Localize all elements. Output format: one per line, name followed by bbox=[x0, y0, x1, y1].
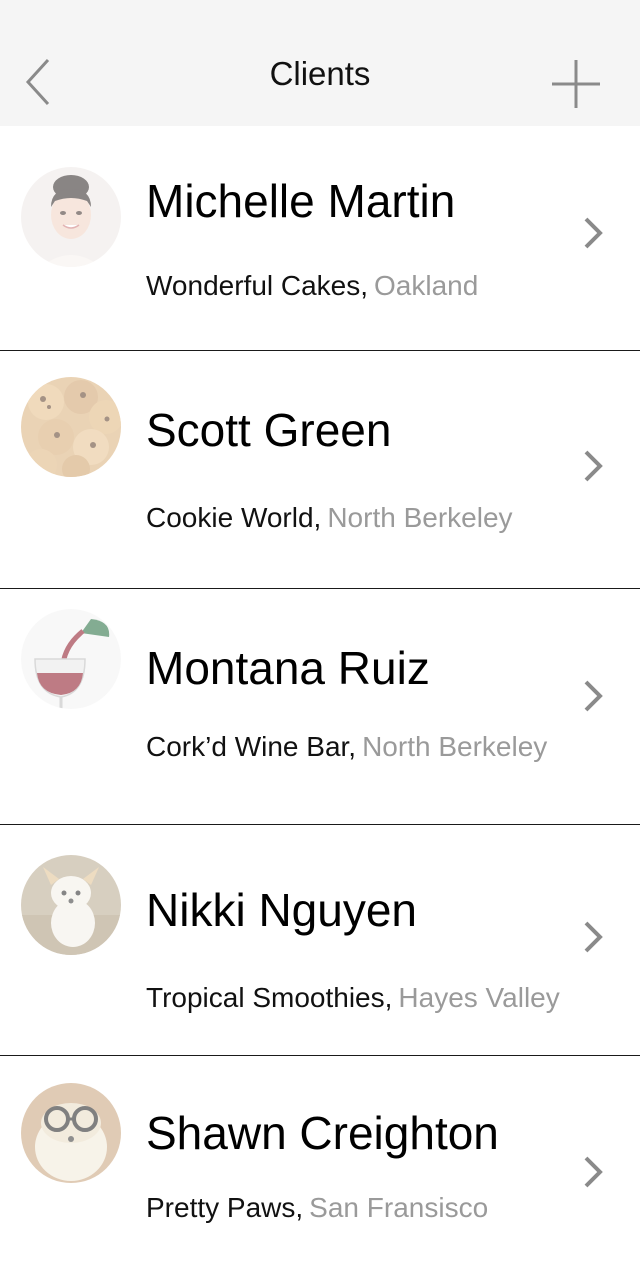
client-row[interactable]: Shawn Creighton Pretty Paws, San Fransisc… bbox=[0, 1056, 640, 1278]
chevron-right-icon bbox=[584, 1156, 603, 1188]
client-city: North Berkeley bbox=[327, 502, 513, 533]
client-city: Hayes Valley bbox=[398, 982, 560, 1013]
client-name: Michelle Martin bbox=[146, 175, 456, 227]
avatar bbox=[21, 855, 121, 955]
avatar bbox=[21, 1083, 121, 1183]
chevron-right-icon bbox=[584, 217, 603, 249]
chevron-right-icon bbox=[584, 680, 603, 712]
client-company: Tropical Smoothies, bbox=[146, 982, 393, 1013]
client-company: Pretty Paws, bbox=[146, 1192, 304, 1223]
client-details: Tropical Smoothies, Hayes Valley bbox=[146, 982, 560, 1014]
client-city: North Berkeley bbox=[362, 731, 548, 762]
client-name: Scott Green bbox=[146, 404, 392, 456]
client-details: Pretty Paws, San Fransisco bbox=[146, 1192, 488, 1224]
avatar bbox=[21, 167, 121, 267]
client-company: Cookie World, bbox=[146, 502, 322, 533]
client-company: Wonderful Cakes, bbox=[146, 270, 369, 301]
client-company: Cork’d Wine Bar, bbox=[146, 731, 357, 762]
client-city: San Fransisco bbox=[309, 1192, 489, 1223]
navigation-bar: Clients bbox=[0, 0, 640, 126]
chevron-right-icon bbox=[584, 921, 603, 953]
client-name: Montana Ruiz bbox=[146, 642, 430, 694]
client-row[interactable]: Nikki Nguyen Tropical Smoothies, Hayes Va… bbox=[0, 825, 640, 1056]
client-row[interactable]: Montana Ruiz Cork’d Wine Bar, North Berke… bbox=[0, 589, 640, 825]
client-name: Shawn Creighton bbox=[146, 1107, 499, 1159]
client-details: Wonderful Cakes, Oakland bbox=[146, 270, 478, 302]
client-row[interactable]: Michelle Martin Wonderful Cakes, Oakland bbox=[0, 126, 640, 351]
avatar bbox=[21, 609, 121, 709]
plus-icon[interactable] bbox=[548, 58, 604, 110]
client-name: Nikki Nguyen bbox=[146, 884, 417, 936]
avatar bbox=[21, 377, 121, 477]
chevron-right-icon bbox=[584, 450, 603, 482]
client-details: Cork’d Wine Bar, North Berkeley bbox=[146, 731, 547, 763]
client-details: Cookie World, North Berkeley bbox=[146, 502, 513, 534]
client-city: Oakland bbox=[374, 270, 479, 301]
page-title: Clients bbox=[269, 55, 371, 92]
client-row[interactable]: Scott Green Cookie World, North Berkeley bbox=[0, 351, 640, 589]
